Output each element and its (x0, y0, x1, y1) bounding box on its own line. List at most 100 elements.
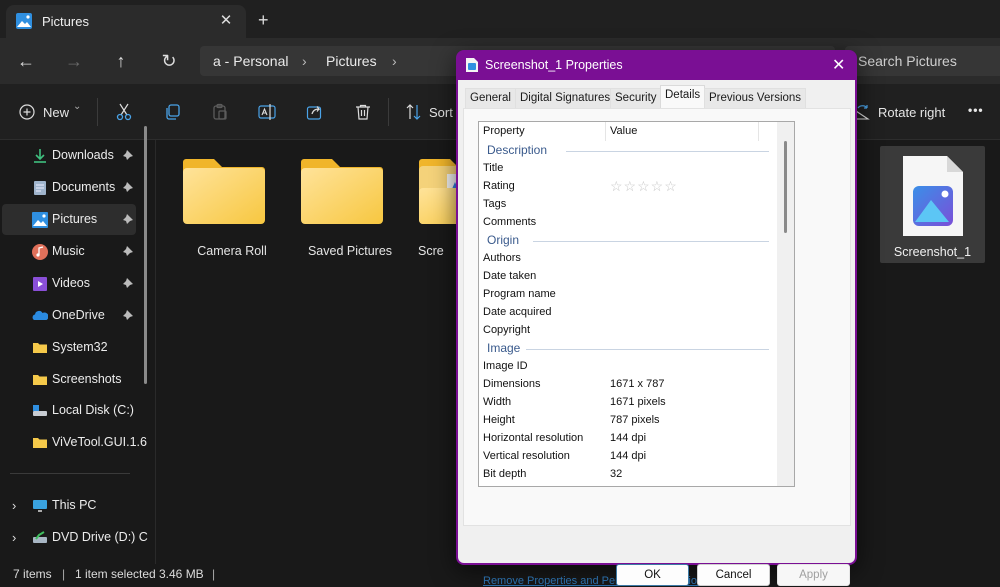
property-grid[interactable]: Property Value Description Title Rating ☆☆☆… (478, 121, 795, 487)
details-panel: Property Value Description Title Rating ☆☆☆… (463, 108, 851, 587)
grid-scrollbar[interactable] (777, 122, 794, 486)
folder-item-screenshots[interactable]: Scre (414, 158, 456, 264)
search-input[interactable]: Search Pictures (845, 46, 1000, 76)
column-header-value[interactable]: Value (610, 125, 637, 137)
tab-digital-signatures[interactable]: Digital Signatures (515, 88, 616, 108)
sidebar-item-local-disk[interactable]: Local Disk (C:) (2, 395, 136, 426)
property-row[interactable]: Dimensions 1671 x 787 (483, 376, 773, 394)
sidebar-item-downloads[interactable]: Downloads (2, 140, 136, 171)
property-row[interactable]: Bit depth 32 (483, 466, 773, 484)
tab-pictures[interactable]: Pictures ✕ (6, 5, 246, 38)
sidebar-item-label: Screenshots (52, 372, 122, 386)
dialog-title-bar[interactable]: Screenshot_1 Properties ✕ (456, 50, 857, 80)
property-row[interactable]: Authors (483, 250, 773, 268)
sidebar-item-documents[interactable]: Documents (2, 172, 136, 203)
new-tab-button[interactable]: + (258, 10, 269, 31)
pin-icon[interactable] (122, 181, 134, 193)
selection-size: 3.46 MB (159, 567, 204, 581)
sidebar-item-label: System32 (52, 340, 108, 354)
sidebar-item-label: Downloads (52, 148, 114, 162)
pin-icon[interactable] (122, 149, 134, 161)
property-name: Title (483, 162, 504, 174)
sidebar-item-videos[interactable]: Videos (2, 268, 136, 299)
property-row[interactable]: Height 787 pixels (483, 412, 773, 430)
property-row[interactable]: Title (483, 160, 773, 178)
pin-icon[interactable] (122, 213, 134, 225)
property-row[interactable]: Comments (483, 214, 773, 232)
apply-button[interactable]: Apply (777, 564, 850, 586)
sidebar-item-music[interactable]: Music (2, 236, 136, 267)
sidebar-item-system32[interactable]: System32 (2, 332, 136, 363)
tab-details[interactable]: Details (660, 85, 706, 109)
forward-button[interactable]: → (61, 48, 87, 74)
sidebar-item-label: Pictures (52, 212, 98, 226)
property-value: 787 pixels (610, 414, 660, 426)
tab-close-icon[interactable]: ✕ (216, 11, 236, 29)
chevron-right-icon[interactable]: › (12, 498, 16, 513)
music-icon (32, 244, 48, 260)
folder-item-camera-roll[interactable]: Camera Roll (178, 158, 286, 264)
property-row[interactable]: Date acquired (483, 304, 773, 322)
item-label: Camera Roll (197, 244, 267, 258)
property-row[interactable]: Image ID (483, 358, 773, 376)
rating-stars[interactable]: ☆☆☆☆☆ (610, 178, 678, 195)
sidebar-item-this-pc[interactable]: › This PC (2, 490, 136, 521)
file-item-screenshot-1[interactable]: Screenshot_1 (880, 146, 985, 263)
sidebar-scrollbar[interactable] (144, 126, 147, 384)
copy-button[interactable] (163, 103, 181, 127)
pin-icon[interactable] (122, 309, 134, 321)
paste-button[interactable] (211, 103, 229, 127)
refresh-button[interactable]: ↻ (156, 48, 182, 74)
sidebar-item-onedrive[interactable]: OneDrive (2, 300, 136, 331)
breadcrumb-expand-chevron[interactable]: › (392, 53, 397, 69)
pin-icon[interactable] (122, 277, 134, 289)
delete-button[interactable] (354, 103, 372, 127)
property-row[interactable]: Tags (483, 196, 773, 214)
item-count: 7 items (13, 567, 52, 581)
new-label: New (43, 105, 70, 120)
tab-security[interactable]: Security (610, 88, 662, 108)
cancel-button[interactable]: Cancel (697, 564, 770, 586)
property-row[interactable]: Rating ☆☆☆☆☆ (483, 178, 773, 196)
column-divider[interactable] (605, 122, 606, 141)
section-divider (532, 241, 769, 242)
ok-button[interactable]: OK (616, 564, 689, 586)
column-header-property[interactable]: Property (483, 125, 525, 137)
more-options-button[interactable]: ••• (968, 103, 984, 127)
paste-icon (213, 103, 227, 120)
item-label: Scre (418, 244, 444, 258)
pin-icon[interactable] (122, 245, 134, 257)
sidebar-item-vivetool[interactable]: ViVeTool.GUI.1.6 (2, 427, 147, 458)
tab-general[interactable]: General (465, 88, 516, 108)
property-row[interactable]: Horizontal resolution 144 dpi (483, 430, 773, 448)
property-row[interactable]: Copyright (483, 322, 773, 340)
share-button[interactable] (306, 103, 324, 127)
property-row[interactable]: Program name (483, 286, 773, 304)
breadcrumb-pictures[interactable]: Pictures (326, 53, 377, 69)
close-icon[interactable]: ✕ (832, 55, 845, 75)
sidebar-item-dvd-drive[interactable]: › DVD Drive (D:) C (2, 522, 148, 553)
cut-button[interactable] (115, 103, 133, 127)
rename-button[interactable] (258, 103, 276, 127)
property-row[interactable]: Date taken (483, 268, 773, 286)
chevron-right-icon[interactable]: › (12, 530, 16, 545)
sidebar-item-screenshots[interactable]: Screenshots (2, 364, 136, 395)
share-icon (306, 106, 322, 120)
back-button[interactable]: ← (13, 48, 39, 74)
scrollbar-thumb[interactable] (784, 141, 787, 233)
property-row[interactable]: Width 1671 pixels (483, 394, 773, 412)
sidebar-item-pictures[interactable]: Pictures (2, 204, 136, 235)
downloads-icon (34, 149, 46, 163)
breadcrumb-personal[interactable]: a - Personal (213, 53, 288, 69)
property-name: Height (483, 414, 515, 426)
folder-item-saved-pictures[interactable]: Saved Pictures (296, 158, 404, 264)
column-divider[interactable] (758, 122, 759, 141)
delete-icon (356, 104, 370, 120)
tab-previous-versions[interactable]: Previous Versions (704, 88, 807, 108)
property-row[interactable]: Vertical resolution 144 dpi (483, 448, 773, 466)
property-name: Program name (483, 288, 556, 300)
divider (388, 98, 389, 126)
up-button[interactable]: ↑ (108, 48, 134, 74)
section-header-image: Image (487, 341, 521, 355)
rotate-right-icon (855, 105, 870, 120)
